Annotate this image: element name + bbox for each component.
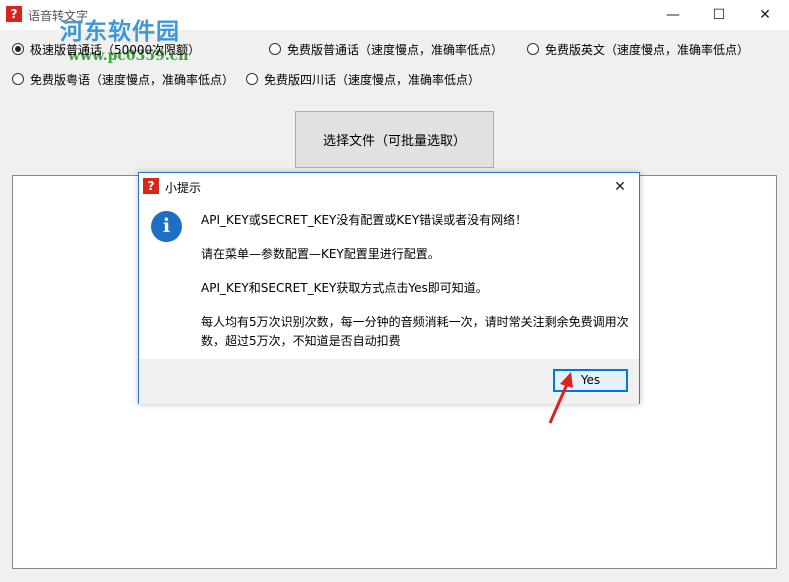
radio-label: 极速版普通话（50000次限额）	[30, 42, 201, 57]
dialog-message-line: API_KEY和SECRET_KEY获取方式点击Yes即可知道。	[201, 281, 488, 295]
radio-label: 免费版四川话（速度慢点，准确率低点）	[264, 72, 481, 87]
radio-label: 免费版粤语（速度慢点，准确率低点）	[30, 72, 235, 87]
radio-option-free-english[interactable]: 免费版英文（速度慢点，准确率低点）	[527, 41, 749, 57]
radio-label: 免费版英文（速度慢点，准确率低点）	[545, 42, 750, 57]
radio-indicator[interactable]	[269, 43, 281, 55]
question-mark-icon: ?	[143, 178, 159, 194]
radio-label: 免费版普通话（速度慢点，准确率低点）	[287, 42, 504, 57]
question-mark-icon: ?	[6, 6, 22, 22]
select-files-button[interactable]: 选择文件（可批量选取）	[295, 111, 494, 168]
dialog-message-line: 请在菜单—参数配置—KEY配置里进行配置。	[201, 247, 440, 261]
minimize-icon[interactable]: —	[650, 0, 696, 30]
radio-indicator[interactable]	[527, 43, 539, 55]
radio-option-fast-mandarin[interactable]: 极速版普通话（50000次限额）	[12, 41, 200, 57]
dialog-title: 小提示	[165, 181, 202, 195]
dialog-titlebar: ? 小提示 ✕	[139, 173, 639, 201]
dialog-message-line: API_KEY或SECRET_KEY没有配置或KEY错误或者没有网络！	[201, 213, 528, 227]
radio-indicator[interactable]	[246, 73, 258, 85]
dialog-close-icon[interactable]: ✕	[605, 173, 635, 201]
radio-option-free-sichuanese[interactable]: 免费版四川话（速度慢点，准确率低点）	[246, 71, 480, 87]
close-icon[interactable]: ✕	[742, 0, 788, 30]
annotation-arrow-icon	[548, 372, 573, 424]
information-icon: i	[151, 211, 182, 242]
radio-option-free-mandarin[interactable]: 免费版普通话（速度慢点，准确率低点）	[269, 41, 503, 57]
radio-option-free-cantonese[interactable]: 免费版粤语（速度慢点，准确率低点）	[12, 71, 234, 87]
maximize-icon[interactable]: ☐	[696, 0, 742, 30]
radio-indicator[interactable]	[12, 43, 24, 55]
status-strip	[0, 574, 789, 582]
radio-indicator[interactable]	[12, 73, 24, 85]
dialog-message-line: 每人均有5万次识别次数，每一分钟的音频消耗一次，请时常关注剩余免费调用次数，超过…	[201, 315, 629, 348]
